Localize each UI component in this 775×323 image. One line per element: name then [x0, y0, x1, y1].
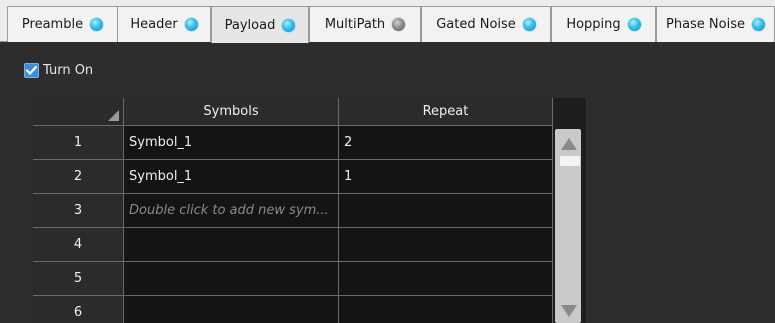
column-header-symbols[interactable]: Symbols	[124, 98, 339, 126]
tab-label: Preamble	[21, 17, 84, 32]
table-row: 4	[33, 228, 553, 262]
tab-multipath[interactable]: MultiPath	[309, 6, 421, 42]
scroll-down-arrow-icon[interactable]	[561, 305, 577, 317]
turn-on-checkbox-row[interactable]: Turn On	[24, 61, 93, 79]
status-led-icon	[522, 18, 536, 31]
repeat-cell[interactable]	[339, 228, 553, 262]
tab-label: Header	[130, 17, 178, 32]
tab-label: Phase Noise	[665, 17, 745, 32]
repeat-cell[interactable]: 1	[339, 160, 553, 194]
symbol-cell[interactable]: Symbol_1	[124, 160, 339, 194]
grid-corner-select-all[interactable]	[33, 98, 124, 126]
repeat-cell[interactable]	[339, 262, 553, 296]
row-header[interactable]: 2	[33, 160, 124, 194]
table-row: 3 Double click to add new sym...	[33, 194, 553, 228]
checkmark-icon	[25, 65, 38, 75]
table-row: 2 Symbol_1 1	[33, 160, 553, 194]
new-symbol-placeholder-cell[interactable]: Double click to add new sym...	[124, 194, 339, 228]
tab-label: MultiPath	[324, 17, 386, 32]
status-led-icon	[627, 18, 641, 31]
column-header-repeat[interactable]: Repeat	[339, 98, 553, 126]
tab-payload[interactable]: Payload	[211, 6, 309, 43]
repeat-cell[interactable]: 2	[339, 126, 553, 160]
row-header[interactable]: 1	[33, 126, 124, 160]
tab-phase-noise[interactable]: Phase Noise	[656, 6, 775, 42]
status-led-icon	[90, 18, 104, 31]
tab-header[interactable]: Header	[117, 6, 211, 42]
repeat-cell[interactable]	[339, 296, 553, 323]
status-led-off-icon	[392, 18, 406, 31]
row-header[interactable]: 5	[33, 262, 124, 296]
row-header[interactable]: 3	[33, 194, 124, 228]
turn-on-checkbox[interactable]	[24, 62, 39, 78]
tab-gated-noise[interactable]: Gated Noise	[421, 6, 551, 42]
tab-strip: Preamble Header Payload MultiPath Gated …	[0, 0, 775, 43]
turn-on-label: Turn On	[43, 62, 94, 78]
symbol-cell[interactable]	[124, 262, 339, 296]
repeat-cell[interactable]	[339, 194, 553, 228]
row-header[interactable]: 4	[33, 228, 124, 262]
vertical-scrollbar[interactable]	[553, 126, 586, 323]
select-all-triangle-icon	[108, 110, 119, 121]
scrollbar-thumb[interactable]	[560, 156, 580, 166]
symbol-cell[interactable]: Symbol_1	[124, 126, 339, 160]
row-header[interactable]: 6	[33, 296, 124, 323]
scroll-up-arrow-icon[interactable]	[561, 138, 577, 150]
table-row: 1 Symbol_1 2	[33, 126, 553, 160]
symbol-cell[interactable]	[124, 228, 339, 262]
status-led-icon	[184, 18, 198, 31]
table-row: 5	[33, 262, 553, 296]
table-row: 6	[33, 296, 553, 323]
tab-hopping[interactable]: Hopping	[551, 6, 656, 42]
status-led-icon	[282, 18, 296, 32]
tab-label: Payload	[224, 17, 276, 33]
tab-label: Gated Noise	[436, 17, 516, 32]
symbol-cell[interactable]	[124, 296, 339, 323]
status-led-icon	[752, 18, 765, 31]
symbols-grid: Symbols Repeat 1 Symbol_1 2 2 Symbol_1 1…	[33, 98, 586, 323]
tab-label: Hopping	[566, 17, 621, 32]
scrollbar-track[interactable]	[555, 129, 581, 323]
tab-preamble[interactable]: Preamble	[7, 6, 118, 42]
